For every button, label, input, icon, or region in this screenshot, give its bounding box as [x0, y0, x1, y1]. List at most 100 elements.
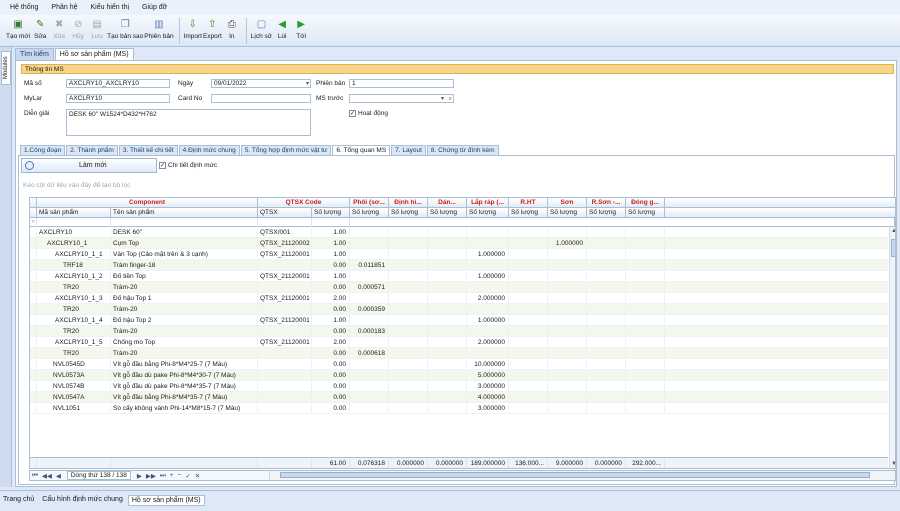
cell-rht[interactable]	[509, 293, 548, 304]
chevron-down-icon[interactable]: ▾	[306, 80, 309, 87]
cell-lap-rap[interactable]: 1.000000	[467, 271, 509, 282]
cell-dong-goi[interactable]	[626, 293, 665, 304]
cell-so-luong[interactable]: 1.00	[312, 271, 350, 282]
cell-ma-san-pham[interactable]: TR20	[37, 348, 111, 359]
cell-so-luong[interactable]: 2.00	[312, 293, 350, 304]
cell-dong-goi[interactable]	[626, 337, 665, 348]
cell-dan[interactable]	[428, 403, 467, 414]
cell-qtsx[interactable]	[258, 392, 312, 403]
dien-giai-field[interactable]: DESK 60" W1524*D432*H762	[66, 109, 311, 136]
history-button[interactable]: ▢ Lịch sử	[251, 15, 272, 46]
cell-dan[interactable]	[428, 238, 467, 249]
menu-phan-he[interactable]: Phân hệ	[51, 4, 77, 11]
row-indicator[interactable]	[30, 293, 37, 304]
cell-phoi[interactable]: 0.000359	[350, 304, 389, 315]
row-indicator[interactable]	[30, 359, 37, 370]
cell-lap-rap[interactable]: 4.000000	[467, 392, 509, 403]
back-button[interactable]: ◀ Lùi	[273, 15, 291, 46]
col-so-luong-lap-rap[interactable]: Số lượng	[467, 208, 509, 218]
cell-son[interactable]	[548, 282, 587, 293]
status-tab-cau-hinh[interactable]: Cấu hình định mức chung	[39, 495, 126, 504]
edit-button[interactable]: ✎ Sửa	[31, 15, 49, 46]
cell-son[interactable]	[548, 403, 587, 414]
cell-dinh-hinh[interactable]	[389, 359, 428, 370]
cell-son[interactable]	[548, 381, 587, 392]
cell-dinh-hinh[interactable]	[389, 403, 428, 414]
cell-so-luong[interactable]: 2.00	[312, 337, 350, 348]
tab-tong-hop-dinh-muc[interactable]: 5. Tổng hợp định mức vật tư	[240, 145, 332, 155]
cell-qtsx[interactable]	[258, 304, 312, 315]
table-row[interactable]: AXCLRY10_1_5 Chống mo Top QTSX_21120001 2.0…	[30, 337, 888, 348]
cell-r-son[interactable]	[587, 392, 626, 403]
cell-dong-goi[interactable]	[626, 227, 665, 238]
cell-ma-san-pham[interactable]: NVL0545D	[37, 359, 111, 370]
scroll-up-icon[interactable]: ▲	[890, 227, 895, 235]
cell-dan[interactable]	[428, 359, 467, 370]
cell-so-luong[interactable]: 1.00	[312, 227, 350, 238]
cell-phoi[interactable]	[350, 403, 389, 414]
cell-dinh-hinh[interactable]	[389, 249, 428, 260]
cell-ten-san-pham[interactable]: Đố hậu Top 1	[111, 293, 258, 304]
cell-ten-san-pham[interactable]: Cụm Top	[111, 238, 258, 249]
tab-ho-so-san-pham[interactable]: Hồ sơ sản phẩm (MS)	[54, 48, 134, 60]
cell-son[interactable]	[548, 271, 587, 282]
cell-ten-san-pham[interactable]: Đố tiền Top	[111, 271, 258, 282]
cell-dan[interactable]	[428, 249, 467, 260]
cell-so-luong[interactable]: 1.00	[312, 249, 350, 260]
tab-tong-quan-ms[interactable]: 6. Tổng quan MS	[332, 145, 391, 155]
cell-qtsx[interactable]	[258, 403, 312, 414]
cell-dan[interactable]	[428, 370, 467, 381]
cell-dong-goi[interactable]	[626, 315, 665, 326]
cell-rht[interactable]	[509, 304, 548, 315]
cell-qtsx[interactable]	[258, 326, 312, 337]
cell-dong-goi[interactable]	[626, 392, 665, 403]
tab-chung-tu-dinh-kem[interactable]: 8. Chứng từ đính kèm	[426, 145, 499, 155]
cell-qtsx[interactable]: QTSX_21120001	[258, 337, 312, 348]
cell-so-luong[interactable]: 0.00	[312, 326, 350, 337]
last-record-icon[interactable]: ⏭	[160, 472, 166, 480]
cell-dong-goi[interactable]	[626, 370, 665, 381]
table-row[interactable]: TR20 Tràm-20 0.00 0.000359	[30, 304, 888, 315]
cell-dong-goi[interactable]	[626, 348, 665, 359]
cell-qtsx[interactable]: QTSX_21120001	[258, 271, 312, 282]
cell-dan[interactable]	[428, 304, 467, 315]
row-indicator[interactable]	[30, 370, 37, 381]
cell-dinh-hinh[interactable]	[389, 293, 428, 304]
cell-ten-san-pham[interactable]: Đố hậu Top 2	[111, 315, 258, 326]
horizontal-scroll-thumb[interactable]	[280, 472, 870, 478]
col-so-luong-r-son[interactable]: Số lượng	[587, 208, 626, 218]
cell-dinh-hinh[interactable]	[389, 326, 428, 337]
import-button[interactable]: ⇩ Import	[184, 15, 202, 46]
cell-so-luong[interactable]: 0.00	[312, 403, 350, 414]
cell-r-son[interactable]	[587, 304, 626, 315]
cell-phoi[interactable]	[350, 293, 389, 304]
cell-rht[interactable]	[509, 381, 548, 392]
tab-thiet-ke-chi-tiet[interactable]: 3. Thiết kế chi tiết	[118, 145, 178, 155]
table-row[interactable]: AXCLRY10_1_4 Đố hậu Top 2 QTSX_21120001 1.0…	[30, 315, 888, 326]
cell-lap-rap[interactable]	[467, 326, 509, 337]
menu-he-thong[interactable]: Hệ thống	[10, 4, 38, 11]
cell-lap-rap[interactable]: 2.000000	[467, 293, 509, 304]
modules-tab[interactable]: Modules	[1, 51, 11, 85]
row-indicator[interactable]	[30, 271, 37, 282]
cell-dinh-hinh[interactable]	[389, 370, 428, 381]
cell-r-son[interactable]	[587, 238, 626, 249]
cell-dinh-hinh[interactable]	[389, 392, 428, 403]
cell-dinh-hinh[interactable]	[389, 315, 428, 326]
remove-record-icon[interactable]: −	[178, 472, 182, 479]
cell-phoi[interactable]: 0.000571	[350, 282, 389, 293]
cell-phoi[interactable]	[350, 370, 389, 381]
cell-dong-goi[interactable]	[626, 249, 665, 260]
row-indicator[interactable]	[30, 403, 37, 414]
cell-ten-san-pham[interactable]: Vít gỗ đầu dù pake Phi-8*M4*35-7 (7 Màu)	[111, 381, 258, 392]
table-row[interactable]: NVL0574B Vít gỗ đầu dù pake Phi-8*M4*35-7…	[30, 381, 888, 392]
chevron-down-icon[interactable]: ▾	[441, 95, 444, 102]
col-so-luong-dan[interactable]: Số lượng	[428, 208, 467, 218]
cancel-button[interactable]: ⊘ Hủy	[69, 15, 87, 46]
cell-ma-san-pham[interactable]: NVL1051	[37, 403, 111, 414]
cell-rht[interactable]	[509, 326, 548, 337]
tab-cong-doan[interactable]: 1.Công đoạn	[20, 145, 66, 155]
table-row[interactable]: TRF18 Tràm finger-18 0.00 0.011851	[30, 260, 888, 271]
cell-ten-san-pham[interactable]: DESK 60"	[111, 227, 258, 238]
table-row[interactable]: NVL0573A Vít gỗ đầu dù pake Phi-8*M4*30-7…	[30, 370, 888, 381]
